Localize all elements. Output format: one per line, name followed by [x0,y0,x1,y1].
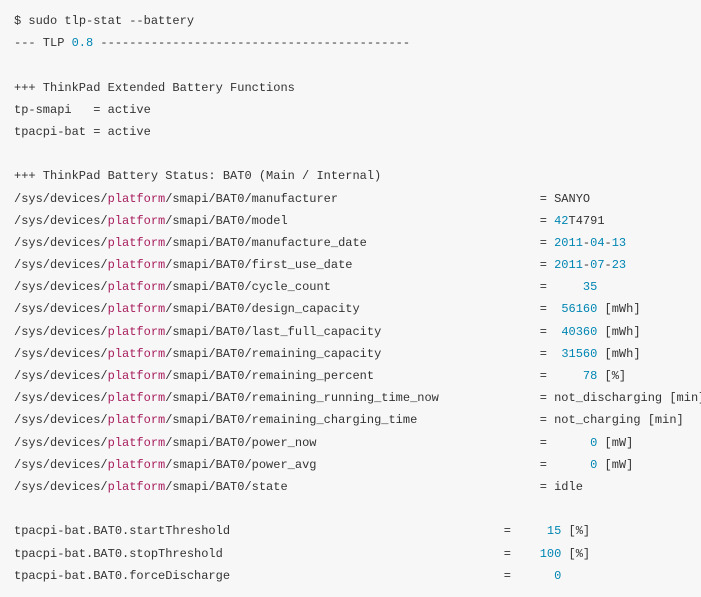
tp-smapi-line: tp-smapi = active [14,99,687,121]
blank-line [14,54,687,76]
tpacpi-bat-line: tpacpi-bat = active [14,121,687,143]
row-force-discharge: tpacpi-bat.BAT0.forceDischarge = 0 [14,565,687,587]
value-design-capacity: 56160 [561,302,597,316]
command-line: $ sudo tlp-stat --battery [14,10,687,32]
value-manufacturer: SANYO [554,192,590,206]
tlp-header-line: --- TLP 0.8 ----------------------------… [14,32,687,54]
row-power-avg: /sys/devices/platform/smapi/BAT0/power_a… [14,454,687,476]
tlp-version: 0.8 [72,36,94,50]
value-state: idle [554,480,583,494]
row-last-full-capacity: /sys/devices/platform/smapi/BAT0/last_fu… [14,321,687,343]
path-platform: platform [108,192,166,206]
value-running-time: not_discharging [554,391,662,405]
row-state: /sys/devices/platform/smapi/BAT0/state =… [14,476,687,498]
row-cycle-count: /sys/devices/platform/smapi/BAT0/cycle_c… [14,276,687,298]
row-model: /sys/devices/platform/smapi/BAT0/model =… [14,210,687,232]
section-extended-functions: +++ ThinkPad Extended Battery Functions [14,77,687,99]
blank-line [14,498,687,520]
row-manufacture-date: /sys/devices/platform/smapi/BAT0/manufac… [14,232,687,254]
row-remaining-charging-time: /sys/devices/platform/smapi/BAT0/remaini… [14,409,687,431]
command-text: sudo tlp-stat --battery [28,14,194,28]
value-model: T4791 [569,214,605,228]
row-remaining-running-time: /sys/devices/platform/smapi/BAT0/remaini… [14,387,687,409]
value-start-threshold: 15 [547,524,561,538]
row-design-capacity: /sys/devices/platform/smapi/BAT0/design_… [14,298,687,320]
value-remaining-capacity: 31560 [561,347,597,361]
value-force-discharge: 0 [554,569,561,583]
section-battery-status: +++ ThinkPad Battery Status: BAT0 (Main … [14,165,687,187]
value-last-full-capacity: 40360 [561,325,597,339]
value-cycle-count: 35 [583,280,597,294]
row-start-threshold: tpacpi-bat.BAT0.startThreshold = 15 [%] [14,520,687,542]
row-manufacturer: /sys/devices/platform/smapi/BAT0/manufac… [14,188,687,210]
row-power-now: /sys/devices/platform/smapi/BAT0/power_n… [14,432,687,454]
row-first-use-date: /sys/devices/platform/smapi/BAT0/first_u… [14,254,687,276]
value-stop-threshold: 100 [540,547,562,561]
tpacpi-bat-status: active [108,125,151,139]
row-remaining-percent: /sys/devices/platform/smapi/BAT0/remaini… [14,365,687,387]
blank-line [14,143,687,165]
terminal-output: $ sudo tlp-stat --battery --- TLP 0.8 --… [0,0,701,597]
row-remaining-capacity: /sys/devices/platform/smapi/BAT0/remaini… [14,343,687,365]
value-remaining-percent: 78 [583,369,597,383]
row-stop-threshold: tpacpi-bat.BAT0.stopThreshold = 100 [%] [14,543,687,565]
tp-smapi-status: active [108,103,151,117]
value-charging-time: not_charging [554,413,640,427]
